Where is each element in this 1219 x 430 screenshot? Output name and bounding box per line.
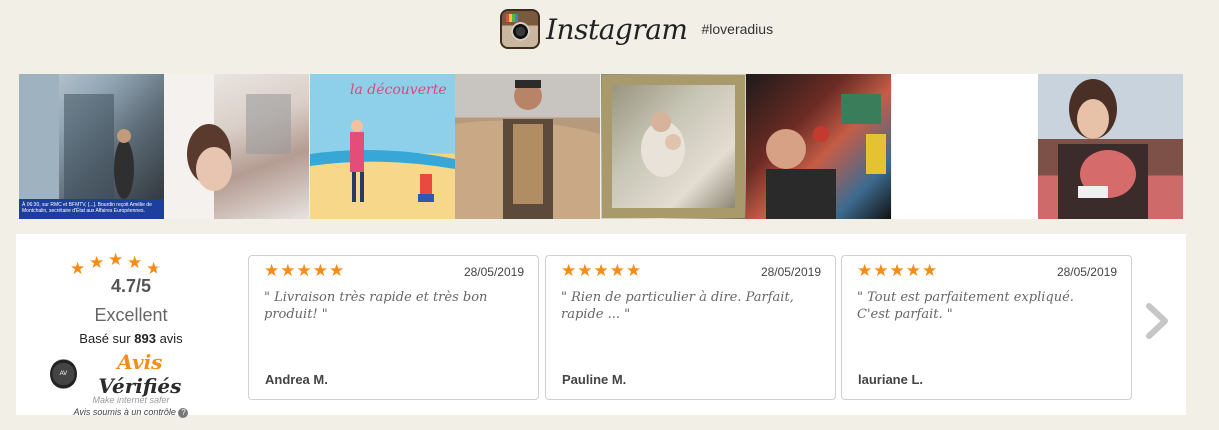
control-note[interactable]: Avis soumis à un contrôle ?: [56, 407, 206, 418]
review-card: ★★★★★ 28/05/2019 " Livraison très rapide…: [248, 255, 539, 400]
review-card: ★★★★★ 28/05/2019 " Tout est parfaitement…: [841, 255, 1132, 400]
photo-illustration-beach[interactable]: la découverte: [310, 74, 455, 219]
rating-label: Excellent: [94, 305, 168, 325]
review-author: Andrea M.: [265, 372, 328, 387]
review-author: lauriane L.: [858, 372, 924, 387]
review-text: " Livraison très rapide et très bon prod…: [264, 290, 488, 322]
review-author: Pauline M.: [562, 372, 627, 387]
review-date: 28/05/2019: [1056, 265, 1117, 279]
review-text: " Tout est parfaitement expliqué. C'est …: [857, 290, 1074, 322]
review-date: 28/05/2019: [463, 265, 524, 279]
instagram-header: Instagram #loveradius: [500, 8, 773, 50]
photo-mother-baby-carrier[interactable]: [164, 74, 309, 219]
photo-framed-mother-baby[interactable]: [601, 74, 746, 219]
reviews-panel: ★ ★ ★ ★ ★ 4.7/5 Excellent Basé sur 893 a…: [16, 234, 1186, 418]
question-circle-icon[interactable]: ?: [178, 408, 189, 418]
instagram-hashtag[interactable]: #loveradius: [701, 21, 773, 37]
review-date: 28/05/2019: [760, 265, 821, 279]
review-count: 893: [134, 331, 156, 346]
review-stars: ★★★★★: [561, 261, 643, 280]
chevron-right-icon[interactable]: [1143, 298, 1173, 344]
photo-girl-doll[interactable]: [1038, 74, 1183, 219]
photo-blank: [892, 74, 1038, 219]
photo-child-market[interactable]: [746, 74, 891, 219]
instagram-camera-icon[interactable]: [500, 9, 540, 49]
photo-store-window[interactable]: À 06:30, sur RMC et BFMTV, [...]. Bourdi…: [19, 74, 164, 219]
avis-verifies-seal-icon: AV: [50, 359, 77, 389]
rating-score: 4.7/5: [110, 276, 152, 296]
review-card: ★★★★★ 28/05/2019 " Rien de particulier à…: [545, 255, 836, 400]
instagram-title[interactable]: Instagram: [546, 13, 688, 46]
summary-stars: ★ ★ ★ ★ ★: [70, 250, 162, 278]
review-text: " Rien de particulier à dire. Parfait, r…: [561, 290, 794, 322]
photo-caption: À 06:30, sur RMC et BFMTV, [...]. Bourdi…: [19, 199, 164, 219]
rating-summary: ★ ★ ★ ★ ★ 4.7/5 Excellent Basé sur 893 a…: [50, 248, 206, 418]
photo-father-desert[interactable]: [455, 74, 600, 219]
review-stars: ★★★★★: [857, 261, 939, 280]
avis-verifies-logo[interactable]: AV Avis Vérifiés: [50, 350, 200, 398]
review-stars: ★★★★★: [264, 261, 346, 280]
illustration-title: la découverte: [350, 82, 447, 98]
review-count-text: Basé sur 893 avis: [79, 331, 183, 346]
